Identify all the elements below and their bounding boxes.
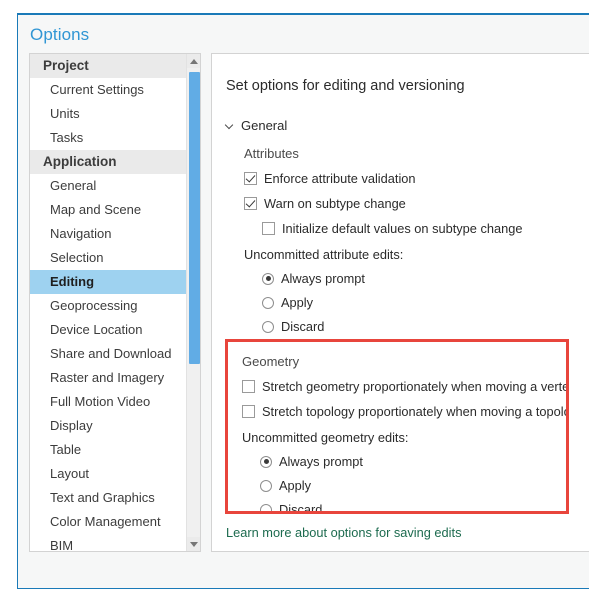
chevron-down-icon[interactable] [226,121,235,130]
radio-dot[interactable] [260,455,272,468]
page-title: Options [30,25,90,44]
radio-attribute-always-prompt[interactable]: Always prompt [262,271,589,286]
radio-attribute-discard[interactable]: Discard [262,319,589,334]
checkbox-stretch-geometry-proportionately[interactable]: Stretch geometry proportionately when mo… [242,379,569,394]
checkbox-box[interactable] [244,197,257,210]
sidebar-item-share-and-download[interactable]: Share and Download [30,342,186,366]
checkbox-stretch-topology-proportionately[interactable]: Stretch topology proportionately when mo… [242,404,566,419]
options-dialog: Options Project Current Settings Units T… [17,13,589,589]
sidebar-item-device-location[interactable]: Device Location [30,318,186,342]
radio-label: Always prompt [279,454,363,469]
checkbox-box[interactable] [262,222,275,235]
checkbox-box[interactable] [242,405,255,418]
radio-dot[interactable] [262,320,274,333]
radio-geometry-always-prompt[interactable]: Always prompt [260,454,566,469]
sidebar-item-navigation[interactable]: Navigation [30,222,186,246]
sidebar-item-table[interactable]: Table [30,438,186,462]
radio-label: Apply [281,295,314,310]
checkbox-label: Enforce attribute validation [264,171,416,186]
options-category-list: Project Current Settings Units Tasks App… [29,53,201,552]
sidebar-item-general[interactable]: General [30,174,186,198]
scroll-up-arrow-icon[interactable] [187,54,200,68]
sidebar-item-text-and-graphics[interactable]: Text and Graphics [30,486,186,510]
checkbox-label: Initialize default values on subtype cha… [282,221,523,236]
nav-group-header-project: Project [30,54,186,78]
radio-label: Always prompt [281,271,365,286]
sidebar-item-layout[interactable]: Layout [30,462,186,486]
nav-list: Project Current Settings Units Tasks App… [30,54,186,551]
checkbox-initialize-default-values[interactable]: Initialize default values on subtype cha… [262,221,589,236]
sidebar-item-units[interactable]: Units [30,102,186,126]
content-heading: Set options for editing and versioning [226,78,465,94]
geometry-section: Geometry Stretch geometry proportionatel… [242,350,569,514]
sidebar-item-color-management[interactable]: Color Management [30,510,186,534]
radio-dot[interactable] [260,503,272,511]
general-group-label: General [241,118,288,133]
sidebar-item-geoprocessing[interactable]: Geoprocessing [30,294,186,318]
checkbox-box[interactable] [244,172,257,185]
learn-more-link[interactable]: Learn more about options for saving edit… [226,525,461,540]
sidebar-item-map-and-scene[interactable]: Map and Scene [30,198,186,222]
radio-label: Discard [279,502,323,514]
scrollbar-thumb[interactable] [189,72,200,364]
checkbox-label: Stretch topology proportionately when mo… [262,404,566,419]
radio-dot[interactable] [260,479,272,492]
radio-label: Discard [281,319,325,334]
sidebar-item-selection[interactable]: Selection [30,246,186,270]
radio-geometry-discard[interactable]: Discard [260,502,566,514]
sidebar-item-current-settings[interactable]: Current Settings [30,78,186,102]
radio-geometry-apply[interactable]: Apply [260,478,566,493]
sidebar-item-raster-and-imagery[interactable]: Raster and Imagery [30,366,186,390]
uncommitted-attribute-edits-label: Uncommitted attribute edits: [244,247,404,262]
attributes-subheader: Attributes [244,146,299,161]
checkbox-label: Warn on subtype change [264,196,406,211]
geometry-subheader: Geometry [242,354,300,369]
sidebar-item-full-motion-video[interactable]: Full Motion Video [30,390,186,414]
uncommitted-geometry-edits-label: Uncommitted geometry edits: [242,430,409,445]
options-content-panel: Set options for editing and versioning G… [211,53,589,552]
sidebar-item-bim[interactable]: BIM [30,534,186,551]
geometry-section-highlight: Geometry Stretch geometry proportionatel… [225,339,569,514]
checkbox-label: Stretch geometry proportionately when mo… [262,379,569,394]
general-group-header[interactable]: General [226,118,589,133]
nav-scrollbar[interactable] [186,54,200,551]
radio-dot[interactable] [262,272,274,285]
sidebar-item-editing[interactable]: Editing [30,270,186,294]
nav-group-header-application: Application [30,150,186,174]
checkbox-warn-on-subtype-change[interactable]: Warn on subtype change [244,196,589,211]
sidebar-item-display[interactable]: Display [30,414,186,438]
sidebar-item-tasks[interactable]: Tasks [30,126,186,150]
general-section: General Attributes Enforce attribute val… [226,118,589,334]
checkbox-box[interactable] [242,380,255,393]
radio-label: Apply [279,478,312,493]
scroll-down-arrow-icon[interactable] [187,537,200,551]
radio-attribute-apply[interactable]: Apply [262,295,589,310]
radio-dot[interactable] [262,296,274,309]
checkbox-enforce-attribute-validation[interactable]: Enforce attribute validation [244,171,589,186]
